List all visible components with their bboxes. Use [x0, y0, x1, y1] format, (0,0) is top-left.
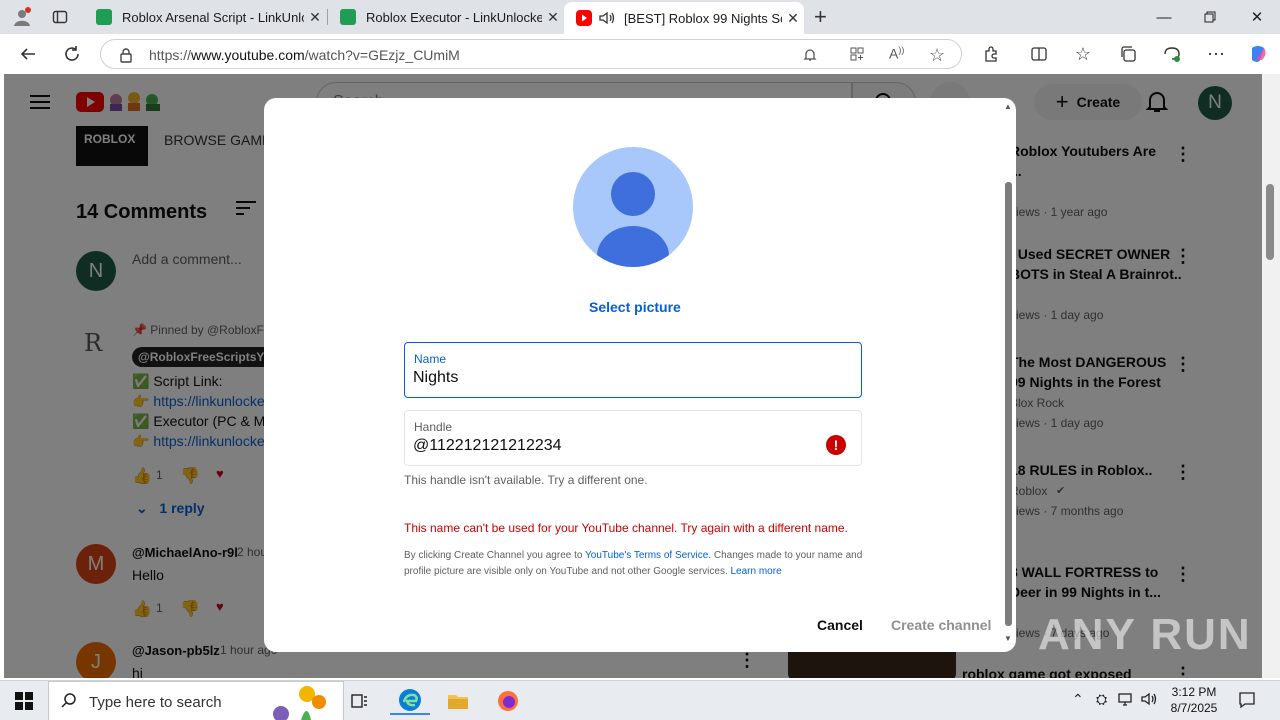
close-window-button[interactable]: ✕ [1234, 0, 1280, 34]
speaker-icon[interactable] [598, 10, 620, 26]
error-icon: ! [826, 435, 846, 455]
file-explorer-icon[interactable] [438, 687, 478, 715]
url-text: https://www.youtube.com/watch?v=GEzjz_CU… [149, 47, 460, 63]
network-icon[interactable] [1118, 691, 1134, 707]
taskbar-clock[interactable]: 3:12 PM 8/7/2025 [1164, 684, 1224, 716]
address-bar[interactable]: https://www.youtube.com/watch?v=GEzjz_CU… [100, 39, 962, 69]
windows-taskbar: Type here to search ⌃ ⛭ 3:12 PM 8/7/2025 [0, 680, 1280, 720]
browser-essentials-icon[interactable] [1156, 38, 1188, 70]
clock-time: 3:12 PM [1171, 685, 1217, 699]
extensions-icon[interactable] [975, 38, 1007, 70]
profile-icon[interactable] [12, 7, 32, 27]
handle-input[interactable]: @112212121212234 [413, 437, 562, 455]
handle-field-label: Handle [414, 420, 453, 434]
lock-icon[interactable] [119, 47, 133, 63]
search-icon [61, 693, 77, 709]
profile-picture-placeholder[interactable] [572, 146, 694, 268]
clock-date: 8/7/2025 [1170, 701, 1218, 715]
copilot-icon[interactable] [1242, 38, 1274, 70]
anyrun-watermark: ANY RUN [1038, 610, 1252, 659]
search-highlight-image [261, 684, 341, 720]
firefox-icon[interactable] [488, 687, 528, 715]
dialog-scrollbar[interactable]: ▲ ▼ [1002, 98, 1016, 652]
legal-text: By clicking Create Channel you agree to … [404, 550, 863, 577]
minimize-button[interactable]: — [1141, 0, 1187, 34]
close-tab-icon[interactable]: ✕ [542, 9, 564, 26]
tray-device-icon[interactable]: ⛭ [1096, 691, 1107, 708]
name-error-text: This name can't be used for your YouTube… [404, 521, 848, 535]
scroll-up-arrow[interactable]: ▲ [1004, 102, 1012, 111]
split-screen-icon[interactable] [1023, 38, 1055, 70]
edge-taskbar-icon[interactable] [390, 687, 430, 715]
scroll-down-arrow[interactable]: ▼ [1004, 634, 1012, 643]
create-channel-button[interactable]: Create channel [891, 617, 991, 633]
new-tab-button[interactable]: + [814, 4, 827, 30]
taskbar-search[interactable]: Type here to search [48, 681, 344, 720]
linkunlocker-icon [340, 9, 356, 25]
page-scrollbar[interactable] [1262, 74, 1280, 678]
tab-title: Roblox Executor - LinkUnlocker [366, 9, 542, 25]
browser-toolbar: https://www.youtube.com/watch?v=GEzjz_CU… [0, 34, 1280, 74]
favorite-star-icon[interactable]: ☆ [929, 45, 945, 66]
tab-99-nights-script[interactable]: [BEST] Roblox 99 Nights Script ✕ [564, 2, 804, 34]
close-tab-icon[interactable]: ✕ [304, 9, 326, 26]
linkunlocker-icon [96, 9, 112, 25]
select-picture-button[interactable]: Select picture [589, 299, 681, 315]
app-available-icon[interactable] [849, 46, 865, 62]
handle-error-text: This handle isn't available. Try a diffe… [404, 473, 648, 487]
tab-arsenal-script[interactable]: Roblox Arsenal Script - LinkUnlocker ✕ [84, 0, 326, 34]
notification-center-icon[interactable] [1238, 691, 1256, 709]
name-input[interactable]: Nights [413, 369, 458, 387]
youtube-icon [576, 10, 592, 26]
learn-more-link[interactable]: Learn more [731, 566, 782, 577]
cancel-button[interactable]: Cancel [817, 617, 863, 633]
name-field[interactable]: Name Nights [404, 342, 862, 398]
close-tab-icon[interactable]: ✕ [782, 10, 804, 27]
terms-link[interactable]: YouTube's Terms of Service [585, 550, 708, 561]
browser-tab-bar: Roblox Arsenal Script - LinkUnlocker ✕ R… [0, 0, 1280, 34]
tab-title: [BEST] Roblox 99 Nights Script [624, 10, 782, 26]
settings-more-icon[interactable]: ⋯ [1200, 38, 1232, 70]
restore-button[interactable] [1187, 0, 1233, 34]
favorites-icon[interactable]: ☆ [1067, 38, 1099, 70]
name-field-label: Name [414, 352, 447, 366]
task-view-icon[interactable] [340, 687, 380, 715]
tab-roblox-executor[interactable]: Roblox Executor - LinkUnlocker ✕ [328, 0, 564, 34]
volume-icon[interactable] [1140, 691, 1158, 707]
search-placeholder: Type here to search [89, 694, 222, 711]
collections-icon[interactable] [1112, 38, 1144, 70]
notification-bell-icon[interactable] [803, 47, 817, 63]
show-hidden-icons-icon[interactable]: ⌃ [1072, 691, 1084, 708]
start-button[interactable] [4, 687, 44, 715]
read-aloud-icon[interactable]: A)) [889, 45, 904, 62]
tab-title: Roblox Arsenal Script - LinkUnlocker [122, 9, 304, 25]
refresh-button[interactable] [56, 38, 88, 70]
create-channel-dialog: Select picture Name Nights Handle @11221… [264, 98, 1016, 652]
handle-field[interactable]: Handle @112212121212234 ! [404, 410, 862, 466]
tab-actions-icon[interactable] [52, 9, 68, 25]
back-button[interactable] [12, 38, 44, 70]
